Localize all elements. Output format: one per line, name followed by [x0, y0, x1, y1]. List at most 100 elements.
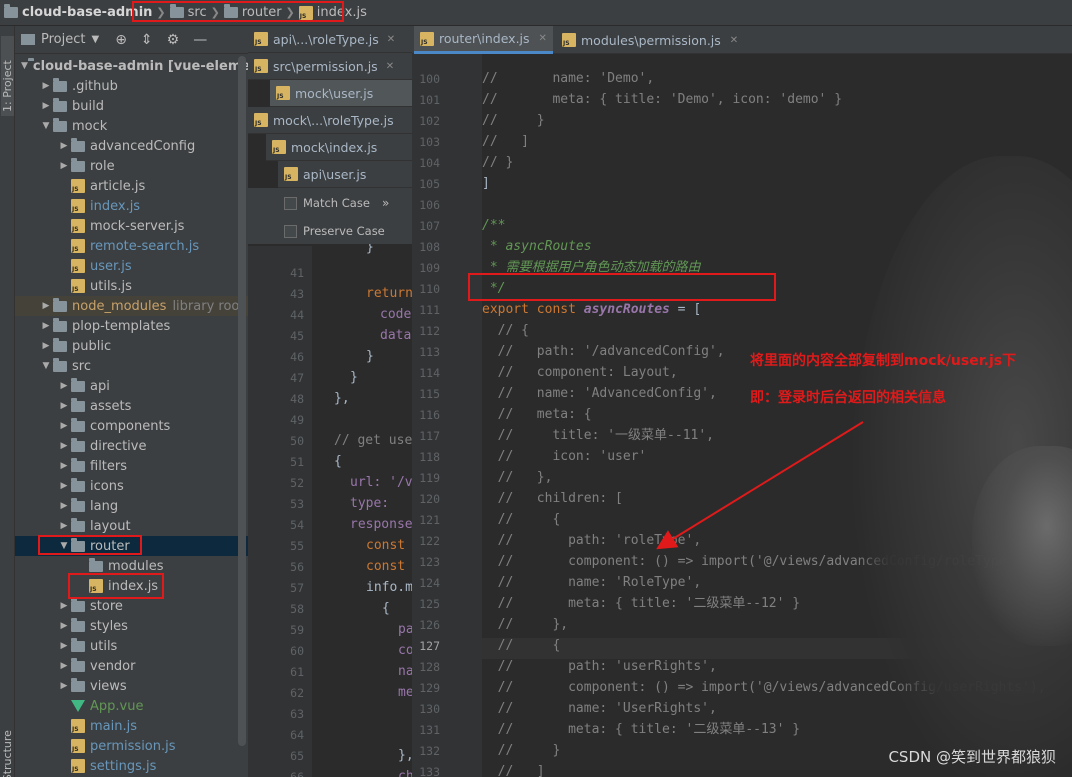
- mid-editor-tab[interactable]: mock\user.js: [270, 80, 412, 107]
- preserve-case-checkbox[interactable]: [284, 224, 297, 238]
- tree-item[interactable]: remote-search.js: [15, 236, 248, 256]
- more-options-icon[interactable]: »: [382, 196, 389, 210]
- tree-item[interactable]: ▶ views: [15, 676, 248, 696]
- tree-item[interactable]: mock-server.js: [15, 216, 248, 236]
- collapsed-arrow-icon[interactable]: ▶: [57, 501, 71, 511]
- tree-item[interactable]: modules: [15, 556, 248, 576]
- tree-item[interactable]: index.js: [15, 576, 248, 596]
- collapsed-arrow-icon[interactable]: ▶: [39, 81, 53, 91]
- collapsed-arrow-icon[interactable]: ▶: [57, 621, 71, 631]
- tree-item[interactable]: ▶ build: [15, 96, 248, 116]
- scrollbar[interactable]: [238, 56, 246, 746]
- expanded-arrow-icon[interactable]: ▼: [21, 61, 28, 71]
- project-view-selector[interactable]: Project: [41, 32, 85, 47]
- tree-item[interactable]: article.js: [15, 176, 248, 196]
- code-fragment: type:: [350, 496, 397, 511]
- tree-item[interactable]: main.js: [15, 716, 248, 736]
- tree-item[interactable]: permission.js: [15, 736, 248, 756]
- tree-item[interactable]: ▶ store: [15, 596, 248, 616]
- tree-item[interactable]: ▼ mock: [15, 116, 248, 136]
- mid-editor-tab[interactable]: mock\...\roleType.js: [248, 107, 412, 134]
- close-icon[interactable]: ✕: [386, 61, 394, 72]
- collapsed-arrow-icon[interactable]: ▶: [57, 681, 71, 691]
- collapsed-arrow-icon[interactable]: ▶: [57, 481, 71, 491]
- mid-editor-tab[interactable]: mock\index.js: [266, 134, 412, 161]
- collapsed-arrow-icon[interactable]: ▶: [57, 161, 71, 171]
- breadcrumb-project[interactable]: cloud-base-admin: [4, 4, 152, 20]
- collapsed-arrow-icon[interactable]: ▶: [57, 601, 71, 611]
- mid-editor-tab[interactable]: api\...\roleType.js ✕: [248, 26, 412, 53]
- tree-item[interactable]: user.js: [15, 256, 248, 276]
- tree-item[interactable]: ▶ .github: [15, 76, 248, 96]
- collapsed-arrow-icon[interactable]: ▶: [57, 421, 71, 431]
- tree-item[interactable]: ▶ api: [15, 376, 248, 396]
- collapsed-arrow-icon[interactable]: ▶: [57, 661, 71, 671]
- close-icon[interactable]: ✕: [730, 35, 738, 46]
- collapsed-arrow-icon[interactable]: ▶: [57, 521, 71, 531]
- tree-item[interactable]: ▶ icons: [15, 476, 248, 496]
- collapse-all-icon[interactable]: ⇕: [141, 32, 153, 48]
- code-fragment: },: [334, 391, 350, 406]
- mid-editor-tab[interactable]: api\user.js: [278, 161, 412, 188]
- hide-icon[interactable]: —: [193, 32, 207, 48]
- line-number: 102: [419, 114, 440, 128]
- code-fragment: na: [398, 664, 412, 679]
- collapsed-arrow-icon[interactable]: ▶: [39, 301, 53, 311]
- collapsed-arrow-icon[interactable]: ▶: [57, 641, 71, 651]
- tree-item[interactable]: ▶ role: [15, 156, 248, 176]
- collapsed-arrow-icon[interactable]: ▶: [39, 101, 53, 111]
- project-panel: Project ▼ ⊕ ⇕ ⚙ — ▼ cloud-base-admin [vue…: [15, 26, 248, 777]
- expanded-arrow-icon[interactable]: ▼: [39, 361, 53, 371]
- structure-tool-tab[interactable]: Z: Structure: [1, 716, 14, 777]
- close-icon[interactable]: ✕: [539, 33, 547, 44]
- tab-router-index[interactable]: router\index.js✕: [414, 26, 553, 54]
- breadcrumb-file[interactable]: index.js: [298, 5, 367, 20]
- tree-item[interactable]: index.js: [15, 196, 248, 216]
- collapsed-arrow-icon[interactable]: ▶: [57, 441, 71, 451]
- tree-item[interactable]: App.vue: [15, 696, 248, 716]
- expanded-arrow-icon[interactable]: ▼: [39, 121, 53, 131]
- tree-item-label: cloud-base-admin [vue-element-admin]: [32, 58, 248, 74]
- tree-item[interactable]: settings.js: [15, 756, 248, 776]
- tree-item[interactable]: ▼ src: [15, 356, 248, 376]
- tree-item[interactable]: ▶ public: [15, 336, 248, 356]
- line-number: 106: [419, 198, 440, 212]
- match-case-option[interactable]: Match Case: [284, 196, 370, 210]
- code-fragment: info.m: [366, 580, 412, 595]
- preserve-case-option[interactable]: Preserve Case: [284, 224, 385, 238]
- collapsed-arrow-icon[interactable]: ▶: [57, 401, 71, 411]
- breadcrumb-src[interactable]: src: [169, 4, 207, 20]
- tree-item[interactable]: ▶ assets: [15, 396, 248, 416]
- chevron-down-icon[interactable]: ▼: [91, 34, 99, 45]
- tree-item[interactable]: ▶ advancedConfig: [15, 136, 248, 156]
- expanded-arrow-icon[interactable]: ▼: [57, 541, 71, 551]
- tree-item[interactable]: ▶ styles: [15, 616, 248, 636]
- tree-item[interactable]: ▼ cloud-base-admin [vue-element-admin]: [15, 56, 248, 76]
- tree-item[interactable]: ▶ lang: [15, 496, 248, 516]
- tree-item[interactable]: ▶ utils: [15, 636, 248, 656]
- tree-item[interactable]: ▶ filters: [15, 456, 248, 476]
- gear-icon[interactable]: ⚙: [167, 32, 180, 48]
- locate-icon[interactable]: ⊕: [115, 32, 127, 48]
- tree-item[interactable]: ▶ node_modules library root: [15, 296, 248, 316]
- tree-item[interactable]: utils.js: [15, 276, 248, 296]
- tree-item[interactable]: ▶ directive: [15, 436, 248, 456]
- tree-item[interactable]: ▼ router: [15, 536, 248, 556]
- breadcrumb-router[interactable]: router: [223, 4, 282, 20]
- tree-item[interactable]: ▶ components: [15, 416, 248, 436]
- close-icon[interactable]: ✕: [387, 34, 395, 45]
- tab-modules-permission[interactable]: modules\permission.js✕: [556, 26, 744, 54]
- tree-item[interactable]: ▶ layout: [15, 516, 248, 536]
- mid-editor-tab[interactable]: src\permission.js ✕: [248, 53, 412, 80]
- collapsed-arrow-icon[interactable]: ▶: [39, 321, 53, 331]
- project-tool-tab[interactable]: 1: Project: [1, 36, 14, 116]
- collapsed-arrow-icon[interactable]: ▶: [57, 141, 71, 151]
- collapsed-arrow-icon[interactable]: ▶: [57, 461, 71, 471]
- collapsed-arrow-icon[interactable]: ▶: [39, 341, 53, 351]
- collapsed-arrow-icon[interactable]: ▶: [57, 381, 71, 391]
- tree-item[interactable]: ▶ vendor: [15, 656, 248, 676]
- match-case-checkbox[interactable]: [284, 196, 297, 210]
- line-number: 107: [419, 219, 440, 233]
- tree-item[interactable]: ▶ plop-templates: [15, 316, 248, 336]
- tree-item-label: utils: [90, 638, 118, 654]
